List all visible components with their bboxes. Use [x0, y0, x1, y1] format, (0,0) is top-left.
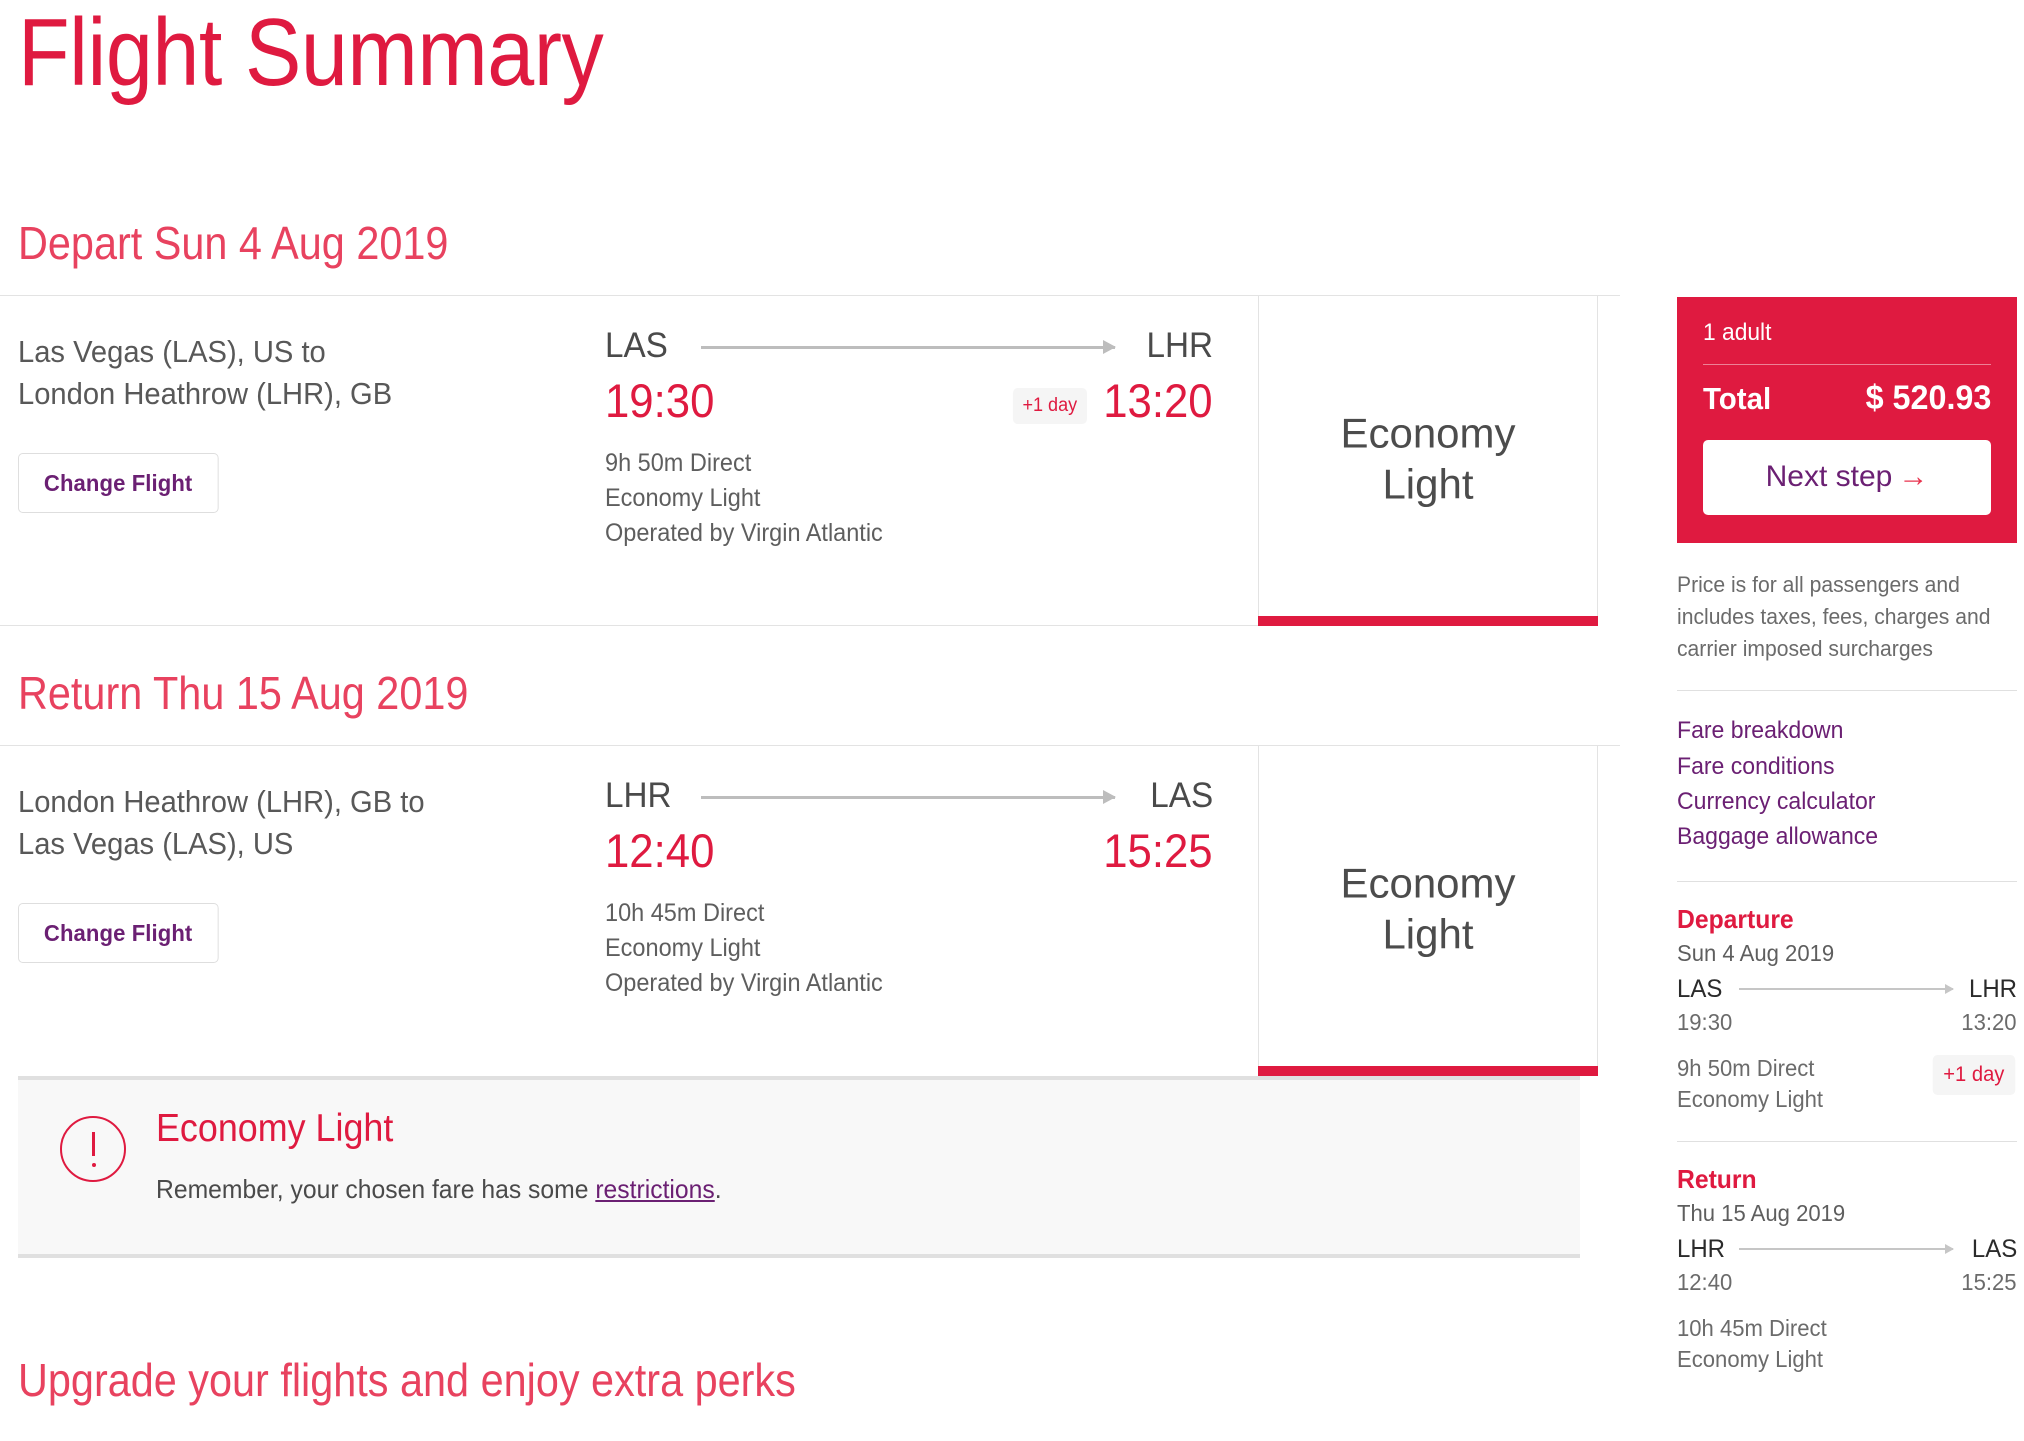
- price-card-divider: [1703, 363, 1991, 365]
- economy-light-alert: Economy Light Remember, your chosen fare…: [18, 1076, 1580, 1258]
- price-summary-card: 1 adult Total $ 520.93 Next step →: [1677, 297, 2017, 543]
- return-route-origin: London Heathrow (LHR), GB to: [18, 784, 425, 819]
- depart-cabin-panel: Economy Light: [1258, 296, 1598, 626]
- fare-conditions-link[interactable]: Fare conditions: [1677, 749, 2003, 784]
- passenger-count: 1 adult: [1703, 319, 1772, 346]
- flight-summary-page: Flight Summary Depart Sun 4 Aug 2019 Las…: [0, 0, 2024, 1441]
- exclamation-circle-icon: [60, 1116, 126, 1182]
- total-label: Total: [1703, 380, 1772, 416]
- sidebar-return-title: Return: [1677, 1163, 1757, 1194]
- sidebar-return-origin-code: LHR: [1677, 1234, 1726, 1263]
- depart-cabin-panel-line2: Light: [1382, 460, 1474, 508]
- sidebar-return-date: Thu 15 Aug 2019: [1677, 1199, 1846, 1226]
- sidebar-divider-2: [1677, 880, 2017, 882]
- price-sidebar: 1 adult Total $ 520.93 Next step → Price …: [1677, 297, 2017, 1375]
- depart-route-column: Las Vegas (LAS), US to London Heathrow (…: [18, 331, 438, 513]
- return-cabin-panel: Economy Light: [1258, 746, 1598, 1076]
- sidebar-return-destination-code: LAS: [1971, 1234, 2017, 1263]
- sidebar-departure-summary: Departure Sun 4 Aug 2019 LAS LHR 19:30 1…: [1677, 904, 2017, 1115]
- arrow-right-icon: →: [1898, 459, 1929, 493]
- depart-operator: Operated by Virgin Atlantic: [605, 519, 883, 547]
- return-time-row: 12:40 15:25: [605, 826, 1213, 884]
- return-cabin-panel-line1: Economy: [1340, 859, 1516, 907]
- sidebar-departure-meta: 9h 50m Direct Economy Light +1 day: [1677, 1053, 2017, 1115]
- page-title: Flight Summary: [18, 0, 604, 106]
- sidebar-divider-1: [1677, 690, 2017, 692]
- sidebar-return-codes: LHR LAS: [1677, 1235, 2017, 1267]
- return-cabin-accent-bar: [1258, 1066, 1598, 1076]
- depart-route-destination: London Heathrow (LHR), GB: [18, 375, 393, 411]
- sidebar-return-meta: 10h 45m Direct Economy Light: [1677, 1313, 2017, 1375]
- flight-arrow-icon: [1739, 983, 1954, 994]
- next-step-button[interactable]: Next step →: [1703, 439, 1991, 515]
- next-step-label: Next step: [1765, 459, 1893, 493]
- upgrade-section-heading: Upgrade your flights and enjoy extra per…: [18, 1354, 796, 1406]
- return-route-column: London Heathrow (LHR), GB to Las Vegas (…: [18, 781, 438, 963]
- depart-cabin-panel-line1: Economy: [1340, 409, 1516, 457]
- flight-arrow-icon: [701, 790, 1116, 804]
- sidebar-departure-time-from: 19:30: [1677, 1008, 1733, 1035]
- return-destination-code: LAS: [1150, 776, 1213, 815]
- fare-breakdown-link[interactable]: Fare breakdown: [1677, 713, 2003, 748]
- alert-message-before: Remember, your chosen fare has some: [156, 1174, 596, 1204]
- sidebar-departure-destination-code: LHR: [1968, 974, 2017, 1003]
- depart-origin-code: LAS: [605, 326, 668, 365]
- depart-destination-code: LHR: [1146, 326, 1213, 365]
- sidebar-departure-time-to: 13:20: [1961, 1008, 2017, 1035]
- return-code-row: LHR LAS: [605, 778, 1213, 820]
- depart-time-row: 19:30 +1 day 13:20: [605, 376, 1213, 434]
- total-row: Total $ 520.93: [1703, 379, 1991, 418]
- depart-departure-time: 19:30: [605, 374, 715, 427]
- return-times-column: LHR LAS 12:40 15:25 10h 45m Direct Econo…: [605, 778, 1225, 1001]
- sidebar-departure-times: 19:30 13:20: [1677, 1009, 2017, 1039]
- sidebar-return-cabin: Economy Light: [1677, 1345, 1824, 1372]
- return-origin-code: LHR: [605, 776, 672, 815]
- return-arrival-time: 15:25: [1103, 824, 1213, 877]
- sidebar-departure-date: Sun 4 Aug 2019: [1677, 939, 1835, 966]
- depart-duration: 9h 50m Direct: [605, 449, 752, 477]
- sidebar-return-time-to: 15:25: [1961, 1268, 2017, 1295]
- depart-section-heading: Depart Sun 4 Aug 2019: [18, 217, 449, 269]
- sidebar-departure-plus-day-badge: +1 day: [1933, 1054, 2016, 1095]
- depart-arrival-time: 13:20: [1103, 374, 1213, 427]
- depart-route-origin: Las Vegas (LAS), US to: [18, 334, 326, 369]
- alert-title: Economy Light: [156, 1107, 394, 1150]
- return-duration: 10h 45m Direct: [605, 899, 765, 927]
- total-amount: $ 520.93: [1865, 378, 1991, 417]
- currency-calculator-link[interactable]: Currency calculator: [1677, 784, 2003, 819]
- sidebar-departure-title: Departure: [1677, 903, 1794, 934]
- sidebar-departure-origin-code: LAS: [1677, 974, 1723, 1003]
- sidebar-links: Fare breakdown Fare conditions Currency …: [1677, 713, 2017, 854]
- depart-code-row: LAS LHR: [605, 328, 1213, 370]
- depart-bottom-divider: [0, 625, 1258, 626]
- return-route-destination: Las Vegas (LAS), US: [18, 825, 294, 861]
- depart-change-flight-button[interactable]: Change Flight: [18, 452, 219, 513]
- return-change-flight-button[interactable]: Change Flight: [18, 902, 219, 963]
- sidebar-return-times: 12:40 15:25: [1677, 1269, 2017, 1299]
- sidebar-departure-codes: LAS LHR: [1677, 975, 2017, 1007]
- return-cabin-panel-label: Economy Light: [1259, 858, 1597, 960]
- return-departure-time: 12:40: [605, 824, 715, 877]
- alert-message: Remember, your chosen fare has some rest…: [156, 1173, 722, 1207]
- return-cabin-panel-line2: Light: [1382, 910, 1474, 958]
- return-section-heading: Return Thu 15 Aug 2019: [18, 667, 469, 719]
- return-cabin: Economy Light: [605, 934, 761, 962]
- sidebar-divider-3: [1677, 1140, 2017, 1142]
- baggage-allowance-link[interactable]: Baggage allowance: [1677, 819, 2003, 854]
- alert-message-after: .: [714, 1174, 722, 1204]
- depart-cabin-accent-bar: [1258, 616, 1598, 626]
- sidebar-return-summary: Return Thu 15 Aug 2019 LHR LAS 12:40 15:…: [1677, 1164, 2017, 1375]
- depart-times-column: LAS LHR 19:30 +1 day 13:20 9h 50m Direct…: [605, 328, 1225, 551]
- sidebar-return-time-from: 12:40: [1677, 1268, 1733, 1295]
- depart-plus-day-badge: +1 day: [1013, 388, 1088, 424]
- price-disclaimer: Price is for all passengers and includes…: [1677, 571, 1991, 661]
- depart-cabin: Economy Light: [605, 484, 761, 512]
- restrictions-link[interactable]: restrictions: [595, 1174, 714, 1204]
- flight-arrow-icon: [701, 340, 1116, 354]
- return-operator: Operated by Virgin Atlantic: [605, 969, 883, 997]
- depart-cabin-panel-label: Economy Light: [1259, 408, 1597, 510]
- sidebar-return-duration: 10h 45m Direct: [1677, 1314, 1827, 1341]
- flight-arrow-icon: [1739, 1243, 1954, 1254]
